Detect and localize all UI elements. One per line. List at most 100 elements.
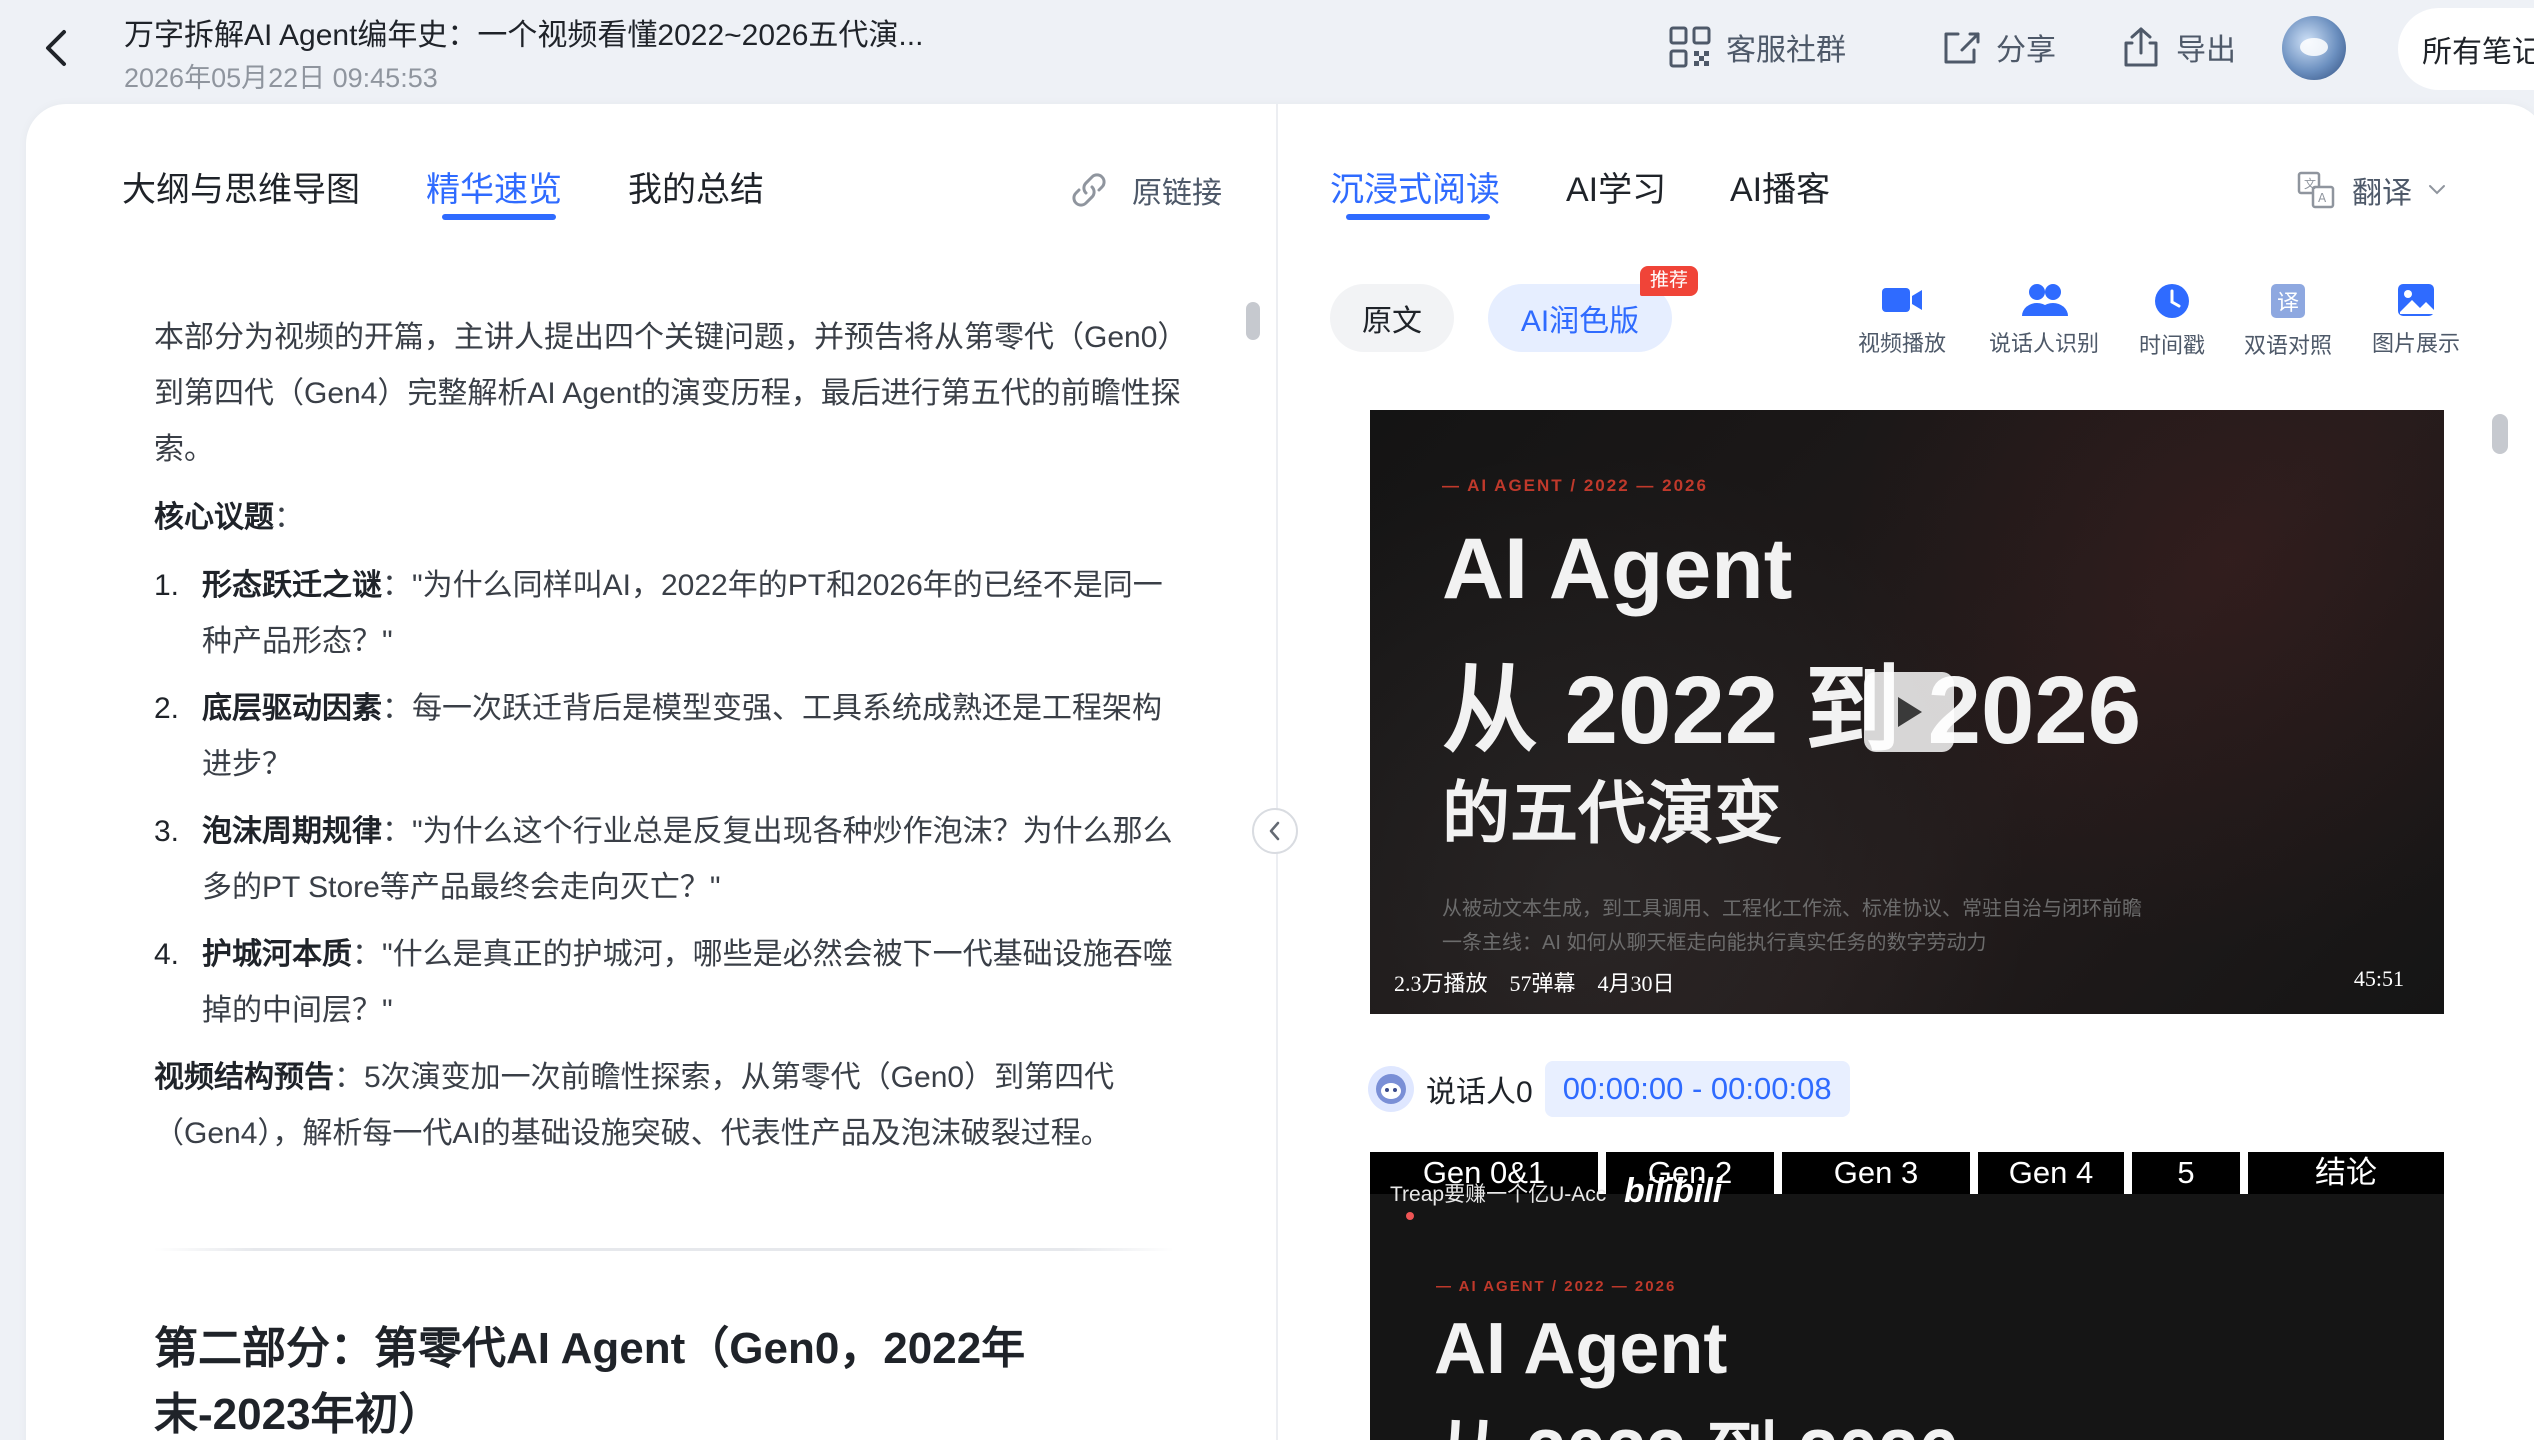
bilingual-icon: 译 [2271, 284, 2305, 318]
speaker-time-range[interactable]: 00:00:00 - 00:00:08 [1544, 1061, 1850, 1117]
all-notes-button[interactable]: 所有笔记 [2398, 8, 2534, 90]
video-camera-icon [1882, 288, 1922, 312]
speaker-name: 说话人0 [1426, 1076, 1533, 1109]
right-scrollbar-thumb[interactable] [2492, 414, 2508, 454]
list-item-title: 护城河本质 [202, 938, 352, 971]
users-icon [2022, 284, 2068, 316]
left-scrollbar[interactable] [1240, 296, 1258, 1440]
back-button[interactable] [36, 22, 76, 74]
original-version-button[interactable]: 原文 [1330, 284, 1454, 352]
video-title-line3: 的五代演变 [1442, 776, 1783, 852]
frame-title-line1: AI Agent [1434, 1309, 1728, 1389]
bilibili-logo: bilibili [1624, 1172, 1723, 1210]
tool-image-display[interactable]: 图片展示 [2356, 282, 2476, 358]
tool-label: 视频播放 [1857, 331, 1946, 356]
list-number: 2. [154, 692, 180, 725]
list-item-title: 泡沫周期规律 [202, 815, 382, 848]
video-danmaku: 57弹幕 [1509, 971, 1576, 996]
video-stats: 2.3万播放 57弹幕 4月30日 [1394, 966, 1675, 998]
video-duration: 45:51 [2353, 966, 2404, 991]
translate-dropdown[interactable]: 文A 翻译 [2296, 168, 2446, 212]
list-number: 1. [154, 569, 180, 602]
play-button[interactable] [1864, 672, 1954, 752]
tool-video-play[interactable]: 视频播放 [1842, 282, 1962, 358]
panel-divider [1276, 104, 1278, 1440]
tool-label: 双语对照 [2243, 333, 2332, 358]
frame-dot [1406, 1212, 1414, 1220]
frame-overlay-text: Treap要赚一个亿U-Acc [1390, 1183, 1607, 1206]
tool-label: 说话人识别 [1988, 331, 2099, 356]
tab-immersive-reading[interactable]: 沉浸式阅读 [1330, 162, 1500, 211]
transcript-frame-image: Gen 0&1 Gen 2 Gen 3 Gen 4 5 结论 Treap要赚一个… [1370, 1152, 2444, 1440]
structure-preview: 视频结构预告：5次演变加一次前瞻性探索，从第零代（Gen0）到第四代（Gen4）… [154, 1050, 1184, 1162]
core-topics-heading: 核心议题： [154, 490, 1184, 546]
chapter-item: 5 [2132, 1152, 2248, 1194]
list-item: 4. 护城河本质："什么是真正的护城河，哪些是必然会被下一代基础设施吞噬掉的中间层… [154, 927, 1184, 1039]
frame-kicker: — AI AGENT / 2022 — 2026 [1436, 1278, 1677, 1295]
tool-timestamp[interactable]: 时间戳 [2112, 282, 2232, 360]
active-tab-underline [1346, 214, 1490, 220]
recommend-badge: 推荐 [1640, 266, 1699, 296]
chevron-down-icon [2429, 185, 2445, 195]
tab-highlights[interactable]: 精华速览 [426, 162, 562, 211]
svg-text:A: A [2318, 191, 2327, 205]
collapse-panel-button[interactable] [1252, 808, 1298, 854]
list-item: 3. 泡沫周期规律："为什么这个行业总是反复出现各种炒作泡沫？为什么那么多的PT … [154, 804, 1184, 916]
structure-preview-title: 视频结构预告 [154, 1061, 334, 1094]
chapter-item: 结论 [2248, 1152, 2444, 1194]
top-bar: 万字拆解AI Agent编年史：一个视频看懂2022~2026五代演... 20… [0, 0, 2534, 104]
share-icon [1944, 32, 1980, 64]
chevron-left-icon [1269, 821, 1280, 841]
video-subtitle-line2: 一条主线：AI 如何从聊天框走向能执行真实任务的数字劳动力 [1442, 932, 1987, 954]
link-icon [1072, 173, 1106, 207]
qr-code-icon [1669, 26, 1711, 68]
tab-ai-learning[interactable]: AI学习 [1566, 162, 1666, 211]
video-kicker: — AI AGENT / 2022 — 2026 [1442, 476, 1708, 495]
document-timestamp: 2026年05月22日 09:45:53 [124, 63, 438, 93]
video-plays: 2.3万播放 [1394, 971, 1488, 996]
export-label: 导出 [2176, 34, 2236, 67]
video-subtitle-line1: 从被动文本生成，到工具调用、工程化工作流、标准协议、常驻自治与闭环前瞻 [1442, 898, 2142, 920]
list-item-title: 底层驱动因素 [202, 692, 382, 725]
list-item-title: 形态跃迁之谜 [202, 569, 382, 602]
share-button[interactable]: 分享 [1940, 18, 2056, 76]
left-scrollbar-thumb[interactable] [1246, 302, 1260, 340]
speaker-avatar-icon [1368, 1066, 1414, 1112]
video-player[interactable]: — AI AGENT / 2022 — 2026 AI Agent 从 2022… [1370, 410, 2444, 1014]
tool-bilingual[interactable]: 译 双语对照 [2228, 282, 2348, 360]
export-icon [2124, 27, 2158, 67]
active-tab-underline [442, 214, 556, 220]
original-link-button[interactable]: 原链接 [1068, 168, 1222, 212]
community-label: 客服社群 [1726, 34, 1846, 67]
tab-my-summary[interactable]: 我的总结 [628, 162, 764, 211]
document-title: 万字拆解AI Agent编年史：一个视频看懂2022~2026五代演... [124, 19, 924, 52]
tool-speaker-recognition[interactable]: 说话人识别 [1984, 282, 2104, 358]
list-item: 2. 底层驱动因素：每一次跃迁背后是模型变强、工具系统成熟还是工程架构进步？ [154, 681, 1184, 793]
svg-text:文: 文 [2304, 176, 2316, 191]
original-link-label: 原链接 [1132, 177, 1222, 210]
community-button[interactable]: 客服社群 [1668, 18, 1846, 76]
core-topics-label: 核心议题 [154, 501, 274, 534]
play-icon [1898, 697, 1922, 727]
tab-ai-podcast[interactable]: AI播客 [1730, 162, 1830, 211]
section-separator [154, 1248, 1174, 1251]
translate-icon: 文A [2297, 171, 2335, 209]
list-item: 1. 形态跃迁之谜："为什么同样叫AI，2022年的PT和2026年的已经不是同一… [154, 558, 1184, 670]
video-title-line2: 从 2022 到 2026 [1442, 657, 2142, 764]
chapter-item: Gen 3 [1782, 1152, 1978, 1194]
core-topics-colon: ： [274, 501, 304, 534]
svg-text:译: 译 [2277, 291, 2299, 316]
tab-outline-mindmap[interactable]: 大纲与思维导图 [122, 162, 360, 211]
core-topics-list: 1. 形态跃迁之谜："为什么同样叫AI，2022年的PT和2026年的已经不是同一… [154, 558, 1184, 1039]
highlights-content: 本部分为视频的开篇，主讲人提出四个关键问题，并预告将从第零代（Gen0）到第四代… [154, 310, 1184, 1162]
export-button[interactable]: 导出 [2120, 18, 2236, 76]
image-icon [2398, 284, 2434, 316]
chapter-item: Gen 4 [1978, 1152, 2132, 1194]
list-number: 3. [154, 815, 180, 848]
share-label: 分享 [1996, 34, 2056, 67]
translate-label: 翻译 [2352, 177, 2412, 210]
frame-title-line2: 从 2022 到 2026 [1434, 1396, 1958, 1440]
chevron-left-icon [46, 30, 66, 66]
user-avatar[interactable] [2282, 16, 2346, 80]
tool-label: 时间戳 [2138, 333, 2205, 358]
